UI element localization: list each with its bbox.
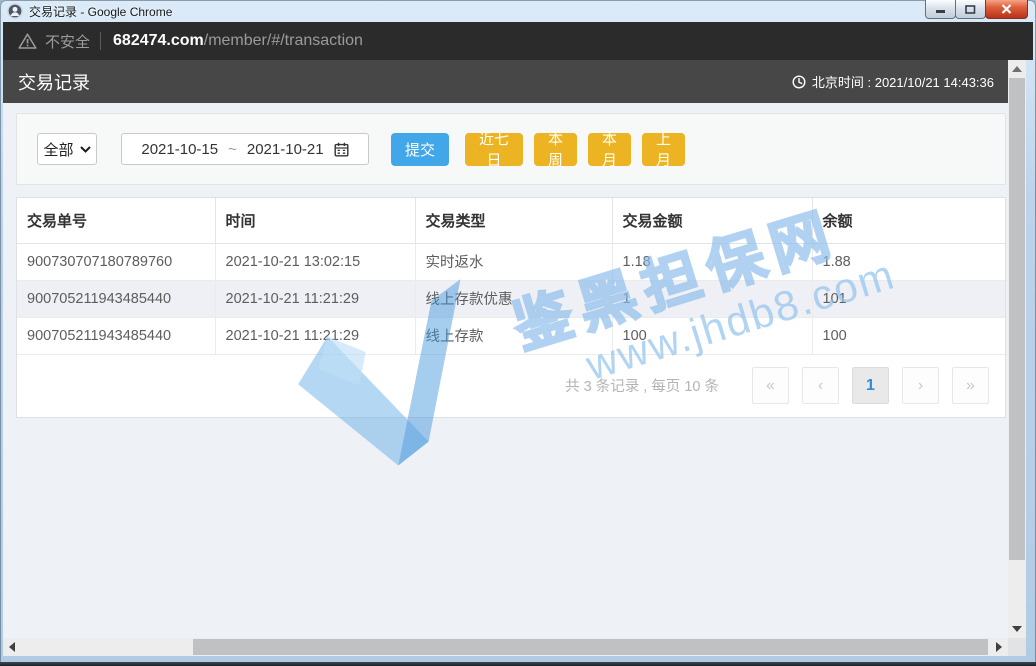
table-header-row: 交易单号 时间 交易类型 交易金额 余额 [17, 198, 1005, 243]
address-bar[interactable]: 不安全 682474.com/member/#/transaction [3, 22, 1033, 60]
last-month-button[interactable]: 上月 [642, 133, 685, 166]
page-header: 交易记录 北京时间 : 2021/10/21 14:43:36 [3, 60, 1008, 103]
minimize-icon [936, 5, 946, 14]
url-path[interactable]: /member/#/transaction [204, 32, 363, 50]
arrow-left-icon [9, 642, 15, 652]
scroll-down-button[interactable] [1008, 620, 1026, 638]
clock-icon [792, 75, 806, 89]
url-domain[interactable]: 682474.com [113, 32, 204, 50]
column-header-order-no: 交易单号 [17, 198, 215, 243]
beijing-time: 北京时间 : 2021/10/21 14:43:36 [792, 72, 994, 91]
type-select-value: 全部 [43, 139, 73, 160]
this-month-button[interactable]: 本月 [588, 133, 631, 166]
vertical-scrollbar[interactable] [1008, 60, 1026, 638]
cell-amount: 1 [612, 280, 812, 317]
cell-time: 2021-10-21 13:02:15 [215, 243, 415, 280]
page-title: 交易记录 [18, 69, 90, 95]
cell-order-no: 900730707180789760 [17, 243, 215, 280]
table-row: 900730707180789760 2021-10-21 13:02:15 实… [17, 243, 1005, 280]
cell-time: 2021-10-21 11:21:29 [215, 280, 415, 317]
scroll-left-button[interactable] [3, 638, 21, 656]
page-1-button[interactable]: 1 [852, 367, 889, 404]
cell-type: 实时返水 [415, 243, 612, 280]
last-page-button[interactable]: » [952, 367, 989, 404]
favicon-avatar-icon [7, 3, 23, 19]
transaction-type-select[interactable]: 全部 [37, 133, 97, 165]
pagination-summary: 共 3 条记录 , 每页 10 条 [565, 375, 719, 396]
scrollbar-corner [1008, 638, 1026, 656]
cell-amount: 100 [612, 317, 812, 354]
browser-viewport: 交易记录 北京时间 : 2021/10/21 14:43:36 全部 [3, 60, 1026, 656]
table-row: 900705211943485440 2021-10-21 11:21:29 线… [17, 280, 1005, 317]
scroll-right-button[interactable] [990, 638, 1008, 656]
prev-page-button[interactable]: ‹ [802, 367, 839, 404]
cell-balance: 100 [812, 317, 1005, 354]
beijing-time-text: 北京时间 : 2021/10/21 14:43:36 [812, 72, 994, 91]
arrow-down-icon [1012, 626, 1022, 632]
close-button[interactable] [985, 0, 1028, 19]
column-header-type: 交易类型 [415, 198, 612, 243]
arrow-right-icon [996, 642, 1002, 652]
browser-window: 交易记录 - Google Chrome [0, 0, 1036, 666]
address-divider [100, 32, 101, 50]
column-header-time: 时间 [215, 198, 415, 243]
window-controls [926, 0, 1028, 19]
cell-type: 线上存款 [415, 317, 612, 354]
transaction-table: 交易单号 时间 交易类型 交易金额 余额 900730707180789760 … [17, 198, 1005, 355]
vertical-scrollbar-thumb[interactable] [1009, 78, 1025, 560]
close-icon [1001, 4, 1012, 14]
transaction-page: 交易记录 北京时间 : 2021/10/21 14:43:36 全部 [3, 60, 1008, 638]
transaction-table-card: 交易单号 时间 交易类型 交易金额 余额 900730707180789760 … [16, 197, 1006, 418]
submit-button[interactable]: 提交 [391, 133, 449, 166]
window-bottom-edge [0, 662, 1036, 666]
horizontal-scrollbar[interactable] [3, 638, 1008, 656]
window-titlebar[interactable]: 交易记录 - Google Chrome [0, 0, 1036, 22]
scroll-up-button[interactable] [1008, 60, 1026, 78]
arrow-up-icon [1012, 66, 1022, 72]
table-row: 900705211943485440 2021-10-21 11:21:29 线… [17, 317, 1005, 354]
calendar-icon[interactable] [334, 142, 349, 157]
security-label: 不安全 [45, 31, 90, 52]
last-7-days-button[interactable]: 近七日 [465, 133, 523, 166]
first-page-button[interactable]: « [752, 367, 789, 404]
cell-amount: 1.18 [612, 243, 812, 280]
date-end: 2021-10-21 [247, 141, 324, 158]
date-start: 2021-10-15 [141, 141, 218, 158]
maximize-icon [965, 5, 976, 14]
date-separator: ~ [228, 141, 237, 158]
date-range-input[interactable]: 2021-10-15 ~ 2021-10-21 [121, 133, 369, 165]
cell-order-no: 900705211943485440 [17, 280, 215, 317]
minimize-button[interactable] [925, 0, 956, 19]
this-week-button[interactable]: 本周 [534, 133, 577, 166]
cell-balance: 101 [812, 280, 1005, 317]
cell-type: 线上存款优惠 [415, 280, 612, 317]
maximize-button[interactable] [955, 0, 986, 19]
window-title: 交易记录 - Google Chrome [29, 3, 172, 20]
horizontal-scrollbar-thumb[interactable] [193, 639, 988, 655]
column-header-amount: 交易金额 [612, 198, 812, 243]
filter-panel: 全部 2021-10-15 ~ 2021-10-21 [16, 113, 1006, 185]
pagination-bar: 共 3 条记录 , 每页 10 条 « ‹ 1 › » [17, 355, 1005, 417]
cell-time: 2021-10-21 11:21:29 [215, 317, 415, 354]
next-page-button[interactable]: › [902, 367, 939, 404]
chevron-down-icon [80, 146, 91, 153]
cell-order-no: 900705211943485440 [17, 317, 215, 354]
cell-balance: 1.88 [812, 243, 1005, 280]
warning-triangle-icon [18, 33, 37, 49]
column-header-balance: 余额 [812, 198, 1005, 243]
